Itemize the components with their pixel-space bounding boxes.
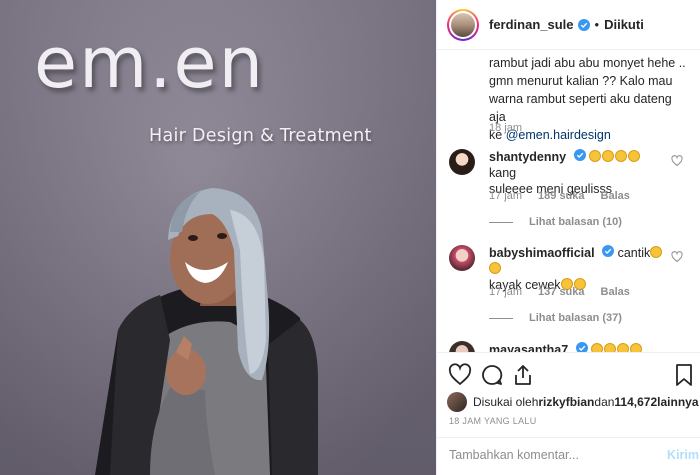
reply-button[interactable]: Balas xyxy=(601,190,630,202)
share-icon[interactable] xyxy=(511,363,535,387)
laughing-emoji-icon xyxy=(589,150,602,162)
author-avatar-frame xyxy=(449,10,477,39)
comment-input[interactable] xyxy=(449,448,649,462)
person-illustration xyxy=(95,188,318,475)
author-avatar[interactable] xyxy=(447,8,479,41)
view-replies-label: Lihat balasan (10) xyxy=(529,216,622,228)
comment-text: kang xyxy=(489,166,517,180)
comment-time: 17 jam xyxy=(489,190,523,202)
comment-likes-count[interactable]: 137 suka xyxy=(538,286,584,298)
replies-divider xyxy=(489,221,513,223)
laughing-emoji-icon xyxy=(489,262,501,274)
header-separator: • xyxy=(594,17,600,32)
heart-icon[interactable] xyxy=(448,363,472,387)
likes-suffix[interactable]: lainnya xyxy=(657,395,698,409)
comment-username[interactable]: babyshimaofficial xyxy=(489,246,595,260)
liker-username[interactable]: rizkyfbian xyxy=(538,395,594,409)
caption-time: 18 jam xyxy=(489,122,523,134)
laughing-emoji-icon xyxy=(617,343,630,352)
comment-icon[interactable] xyxy=(480,363,504,387)
comment-text: cantik xyxy=(617,246,651,260)
likes-prefix: Disukai oleh xyxy=(473,395,539,409)
commenter-avatar[interactable] xyxy=(449,341,475,352)
comment-meta: 17 jam 137 suka Balas xyxy=(489,286,630,298)
post-comment-button[interactable]: Kirim xyxy=(667,448,699,462)
likes-middle: dan xyxy=(594,395,615,409)
comments-list[interactable]: rambut jadi abu abu monyet hehe .. gmn m… xyxy=(437,51,700,352)
comment-like-heart-icon[interactable] xyxy=(671,251,683,263)
verified-badge-icon xyxy=(577,18,590,31)
commenter-avatar[interactable] xyxy=(449,149,475,175)
post-header: ferdinan_sule • Diikuti xyxy=(437,0,700,50)
action-bar xyxy=(437,352,700,396)
laughing-emoji-icon xyxy=(591,343,604,352)
bookmark-icon[interactable] xyxy=(672,363,696,387)
author-avatar-image xyxy=(451,12,475,37)
caption-line: warna rambut seperti aku dateng aja xyxy=(489,92,672,124)
commenter-avatar[interactable] xyxy=(449,245,475,271)
likes-count[interactable]: 114,672 xyxy=(614,395,657,409)
comment-body: mayasantha7 xyxy=(489,342,669,352)
laughing-emoji-icon xyxy=(650,246,663,258)
author-username[interactable]: ferdinan_sule xyxy=(489,17,574,32)
verified-badge-icon xyxy=(575,342,588,352)
laughing-emoji-icon xyxy=(630,343,643,352)
post-sidebar: ferdinan_sule • Diikuti rambut jadi abu … xyxy=(436,0,700,475)
reply-button[interactable]: Balas xyxy=(601,286,630,298)
comment-username[interactable]: mayasantha7 xyxy=(489,343,568,352)
laughing-emoji-icon xyxy=(628,150,641,162)
caption-line: gmn menurut kalian ?? Kalo mau xyxy=(489,74,673,88)
view-replies-button[interactable]: Lihat balasan (37) xyxy=(489,312,622,324)
comment-time: 17 jam xyxy=(489,286,523,298)
view-replies-button[interactable]: Lihat balasan (10) xyxy=(489,216,622,228)
post-timestamp: 18 JAM YANG LALU xyxy=(449,416,537,426)
likes-summary[interactable]: Disukai oleh rizkyfbian dan 114,672 lain… xyxy=(447,392,699,412)
post-photo[interactable]: em.en Hair Design & Treatment xyxy=(0,0,436,475)
comment-username[interactable]: shantydenny xyxy=(489,150,566,164)
comment-meta: 17 jam 189 suka Balas xyxy=(489,190,630,202)
add-comment-bar: Kirim xyxy=(437,437,700,475)
laughing-emoji-icon xyxy=(615,150,628,162)
comment-like-heart-icon[interactable] xyxy=(671,155,683,167)
caption-line: rambut jadi abu abu monyet hehe .. xyxy=(489,56,686,70)
laughing-emoji-icon xyxy=(604,343,617,352)
verified-badge-icon xyxy=(573,149,586,161)
replies-divider xyxy=(489,317,513,319)
view-replies-label: Lihat balasan (37) xyxy=(529,312,622,324)
verified-badge-icon xyxy=(602,245,615,257)
laughing-emoji-icon xyxy=(602,150,615,162)
comment-likes-count[interactable]: 189 suka xyxy=(538,190,584,202)
follow-button[interactable]: Diikuti xyxy=(604,17,644,32)
liker-avatar xyxy=(447,392,467,412)
